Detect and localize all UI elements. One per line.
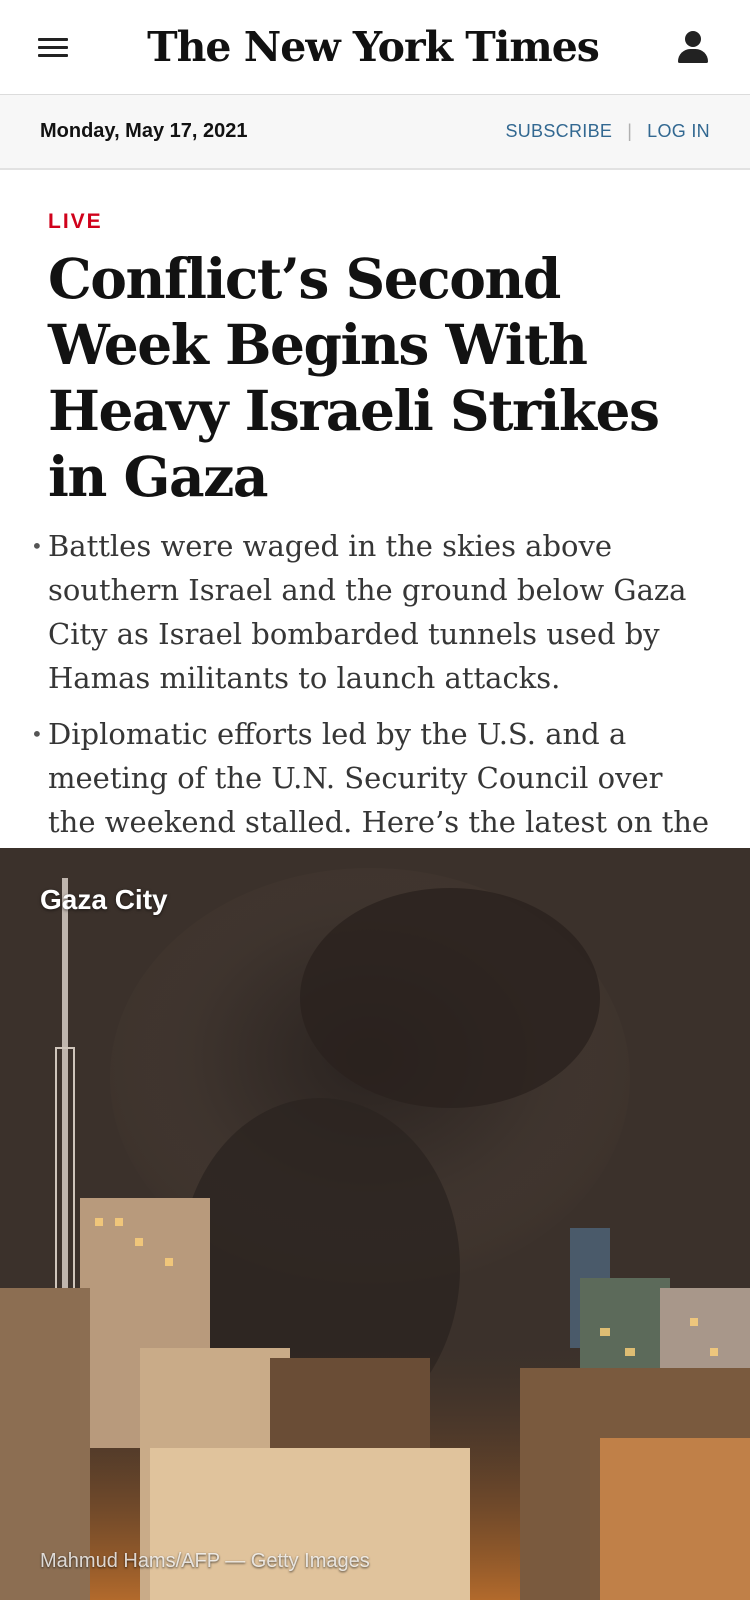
hero-image[interactable]: Gaza City Mahmud Hams/AFP — Getty Images <box>0 848 750 1600</box>
top-header: The New York Times <box>0 0 750 95</box>
summary-bullet: Battles were waged in the skies above so… <box>30 524 710 700</box>
photo-credit: Mahmud Hams/AFP — Getty Images <box>40 1550 370 1572</box>
current-date: Monday, May 17, 2021 <box>40 120 248 142</box>
gaza-city-photo <box>0 848 750 1600</box>
article-summary: LIVE Conflict’s Second Week Begins With … <box>0 170 750 888</box>
live-badge: LIVE <box>48 210 103 233</box>
menu-icon[interactable] <box>38 33 70 61</box>
account-actions: SUBSCRIBE | LOG IN <box>505 121 710 142</box>
masthead-logo[interactable]: The New York Times <box>147 23 600 71</box>
image-location-label: Gaza City <box>40 884 168 915</box>
account-icon[interactable] <box>676 30 710 64</box>
subscribe-link[interactable]: SUBSCRIBE <box>505 121 612 142</box>
divider: | <box>627 121 633 141</box>
summary-bullets: Battles were waged in the skies above so… <box>30 524 710 888</box>
login-link[interactable]: LOG IN <box>647 121 710 142</box>
headline[interactable]: Conflict’s Second Week Begins With Heavy… <box>48 246 710 510</box>
date-bar: Monday, May 17, 2021 SUBSCRIBE | LOG IN <box>0 95 750 170</box>
